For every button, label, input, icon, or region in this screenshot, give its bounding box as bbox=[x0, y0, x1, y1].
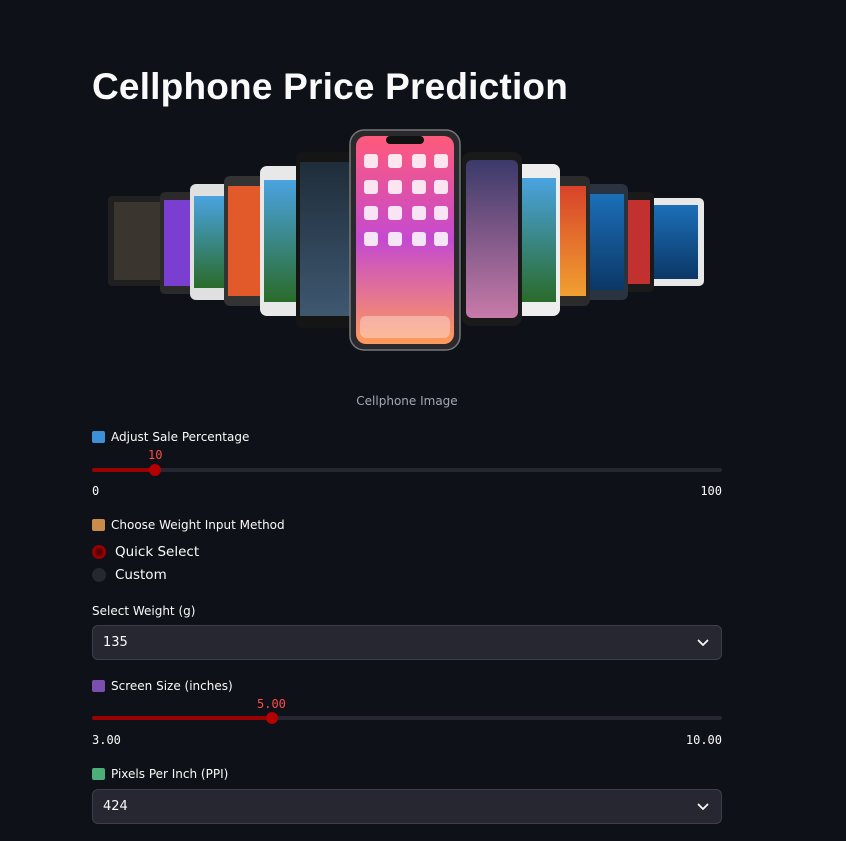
screen-slider-min: 3.00 bbox=[92, 733, 121, 747]
page-title: Cellphone Price Prediction bbox=[92, 66, 569, 107]
weight-select-label: Select Weight (g) bbox=[92, 604, 196, 618]
package-icon bbox=[92, 519, 105, 531]
picture-icon bbox=[92, 768, 105, 780]
sale-slider-track[interactable] bbox=[92, 468, 722, 472]
radio-button-unselected[interactable] bbox=[92, 568, 106, 582]
radio-custom[interactable]: Custom bbox=[92, 567, 167, 583]
screen-slider-label-text: Screen Size (inches) bbox=[111, 679, 233, 693]
weight-select[interactable]: 135 bbox=[92, 625, 722, 660]
ppi-select-label: Pixels Per Inch (PPI) bbox=[92, 767, 228, 781]
shopping-bags-icon bbox=[92, 431, 105, 443]
screen-slider-thumb[interactable] bbox=[266, 712, 278, 724]
screen-slider-label: Screen Size (inches) bbox=[92, 679, 233, 693]
ppi-select-value: 424 bbox=[103, 799, 128, 814]
radio-quick-select[interactable]: Quick Select bbox=[92, 544, 199, 560]
radio-button-selected[interactable] bbox=[92, 545, 106, 559]
chevron-down-icon[interactable] bbox=[697, 803, 709, 811]
sale-slider-thumb[interactable] bbox=[149, 464, 161, 476]
screen-slider[interactable] bbox=[92, 712, 722, 756]
chevron-down-icon[interactable] bbox=[697, 639, 709, 647]
cellphone-image bbox=[108, 129, 704, 351]
sale-slider-label: Adjust Sale Percentage bbox=[92, 430, 249, 444]
sale-slider[interactable] bbox=[92, 464, 722, 508]
screen-slider-fill bbox=[92, 716, 272, 720]
weight-method-label: Choose Weight Input Method bbox=[92, 518, 285, 532]
ppi-select-label-text: Pixels Per Inch (PPI) bbox=[111, 767, 229, 781]
sale-slider-label-text: Adjust Sale Percentage bbox=[111, 430, 250, 444]
screen-slider-max: 10.00 bbox=[685, 733, 722, 747]
weight-select-value: 135 bbox=[103, 635, 128, 650]
screen-slider-value: 5.00 bbox=[257, 697, 286, 711]
radio-custom-label[interactable]: Custom bbox=[115, 567, 167, 583]
sale-slider-fill bbox=[92, 468, 155, 472]
sale-slider-max: 100 bbox=[700, 484, 722, 498]
image-caption: Cellphone Image bbox=[356, 394, 458, 408]
ppi-select[interactable]: 424 bbox=[92, 789, 722, 824]
radio-quick-select-label[interactable]: Quick Select bbox=[115, 544, 199, 560]
abacus-icon bbox=[92, 680, 105, 692]
sale-slider-value: 10 bbox=[148, 448, 163, 462]
sale-slider-min: 0 bbox=[92, 484, 100, 498]
weight-method-label-text: Choose Weight Input Method bbox=[111, 518, 285, 532]
